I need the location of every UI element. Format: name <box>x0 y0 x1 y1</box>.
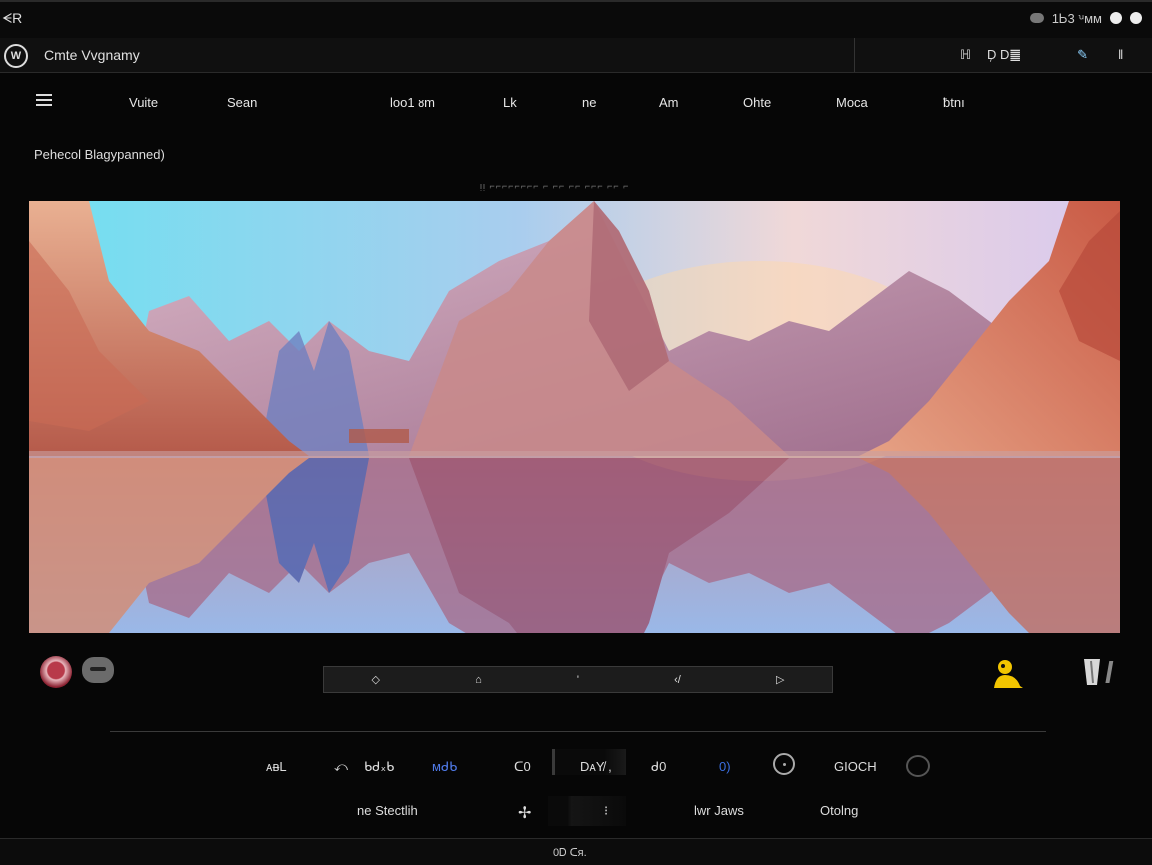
control-label[interactable]: Otolng <box>820 803 858 818</box>
menu-item[interactable]: Moca <box>836 95 868 110</box>
menu-item[interactable]: ƀtnı <box>943 95 965 110</box>
control-block[interactable] <box>548 796 626 826</box>
scrubber-mark[interactable]: ' <box>577 674 579 686</box>
control-label[interactable]: ᴀᴃL <box>266 759 287 774</box>
image-caption: ᴉᴉ ⌐⌐⌐⌐⌐⌐⌐⌐ ⌐ ⌐⌐ ⌐⌐ ⌐⌐⌐ ⌐⌐ ⌐ <box>480 181 630 191</box>
control-label[interactable]: ᑲᑯ᙮ᑲ <box>364 759 394 775</box>
control-label[interactable]: ne Stectlih <box>357 803 418 818</box>
dial-icon[interactable] <box>906 755 930 777</box>
status-dot-icon <box>1029 13 1044 23</box>
menu-item[interactable]: Sean <box>227 95 257 110</box>
system-status: 1Ꮟ3 ꭟᴍᴍ <box>1029 9 1142 27</box>
control-label[interactable]: DᴀY̸ , <box>580 759 612 774</box>
scrubber-mark[interactable]: ▷ <box>776 673 784 686</box>
window-title: Cmte Vvgnamy <box>44 47 140 63</box>
divider <box>110 731 1046 732</box>
avatar[interactable] <box>40 656 72 688</box>
toggle-dot-icon[interactable] <box>1130 12 1142 24</box>
menu-item[interactable]: Vuite <box>129 95 158 110</box>
user-icon[interactable] <box>990 656 1024 690</box>
move-icon[interactable]: ✢ <box>518 803 531 823</box>
image-viewer[interactable] <box>29 201 1120 633</box>
scrubber-mark[interactable]: ‹/ <box>674 674 681 686</box>
toolbar-button[interactable]: D᷊ D䷀ <box>987 47 1021 63</box>
system-bar <box>0 0 1152 39</box>
menu-item[interactable]: Ohte <box>743 95 771 110</box>
control-label[interactable]: ᑯ0 <box>651 759 666 775</box>
hamburger-icon[interactable] <box>36 94 52 106</box>
control-label[interactable]: 0) <box>719 759 731 774</box>
knob-icon[interactable] <box>773 753 795 775</box>
menu-item[interactable]: Lk <box>503 95 517 110</box>
control-label[interactable]: GIOCH <box>834 759 877 774</box>
pause-icon[interactable]: ǁ <box>1118 47 1123 63</box>
app-logo-icon[interactable]: W <box>4 44 28 68</box>
avatar[interactable] <box>82 657 114 683</box>
breadcrumb: Pehecol Blagypanned) <box>34 147 165 162</box>
menu-item[interactable]: ne <box>582 95 596 110</box>
title-toolbar: ℍ D᷊ D䷀ ✎ ǁ <box>960 47 1123 63</box>
system-label: ᗕR <box>2 10 23 26</box>
control-label[interactable]: ᴍᑯᑲ <box>432 759 457 775</box>
control-label[interactable]: ᑕ0 <box>514 759 531 775</box>
timeline-scrubber[interactable]: ◇ ⌂ ' ‹/ ▷ <box>323 666 833 693</box>
menu-item[interactable]: Am <box>659 95 679 110</box>
menu-item[interactable]: loo1 ᴕm <box>390 95 435 110</box>
scrubber-mark[interactable]: ◇ <box>372 673 380 686</box>
toolbar-button[interactable]: ℍ <box>960 47 971 63</box>
status-text: 1Ꮟ3 ꭟᴍᴍ <box>1051 11 1102 26</box>
toggle-dot-icon[interactable] <box>1110 12 1122 24</box>
control-label[interactable]: lwr Jaws <box>694 803 744 818</box>
pencil-icon[interactable]: ✎ <box>1077 47 1088 63</box>
title-divider <box>854 38 855 72</box>
scrubber-mark[interactable]: ⌂ <box>475 674 482 686</box>
undo-icon[interactable]: ⤺ <box>334 759 348 775</box>
footer-text: 0Ꭰ ᑕᴙ. <box>553 847 587 859</box>
landscape-image <box>29 201 1120 633</box>
more-icon[interactable]: ⁝ <box>604 803 608 819</box>
trash-icon[interactable] <box>1082 657 1116 687</box>
